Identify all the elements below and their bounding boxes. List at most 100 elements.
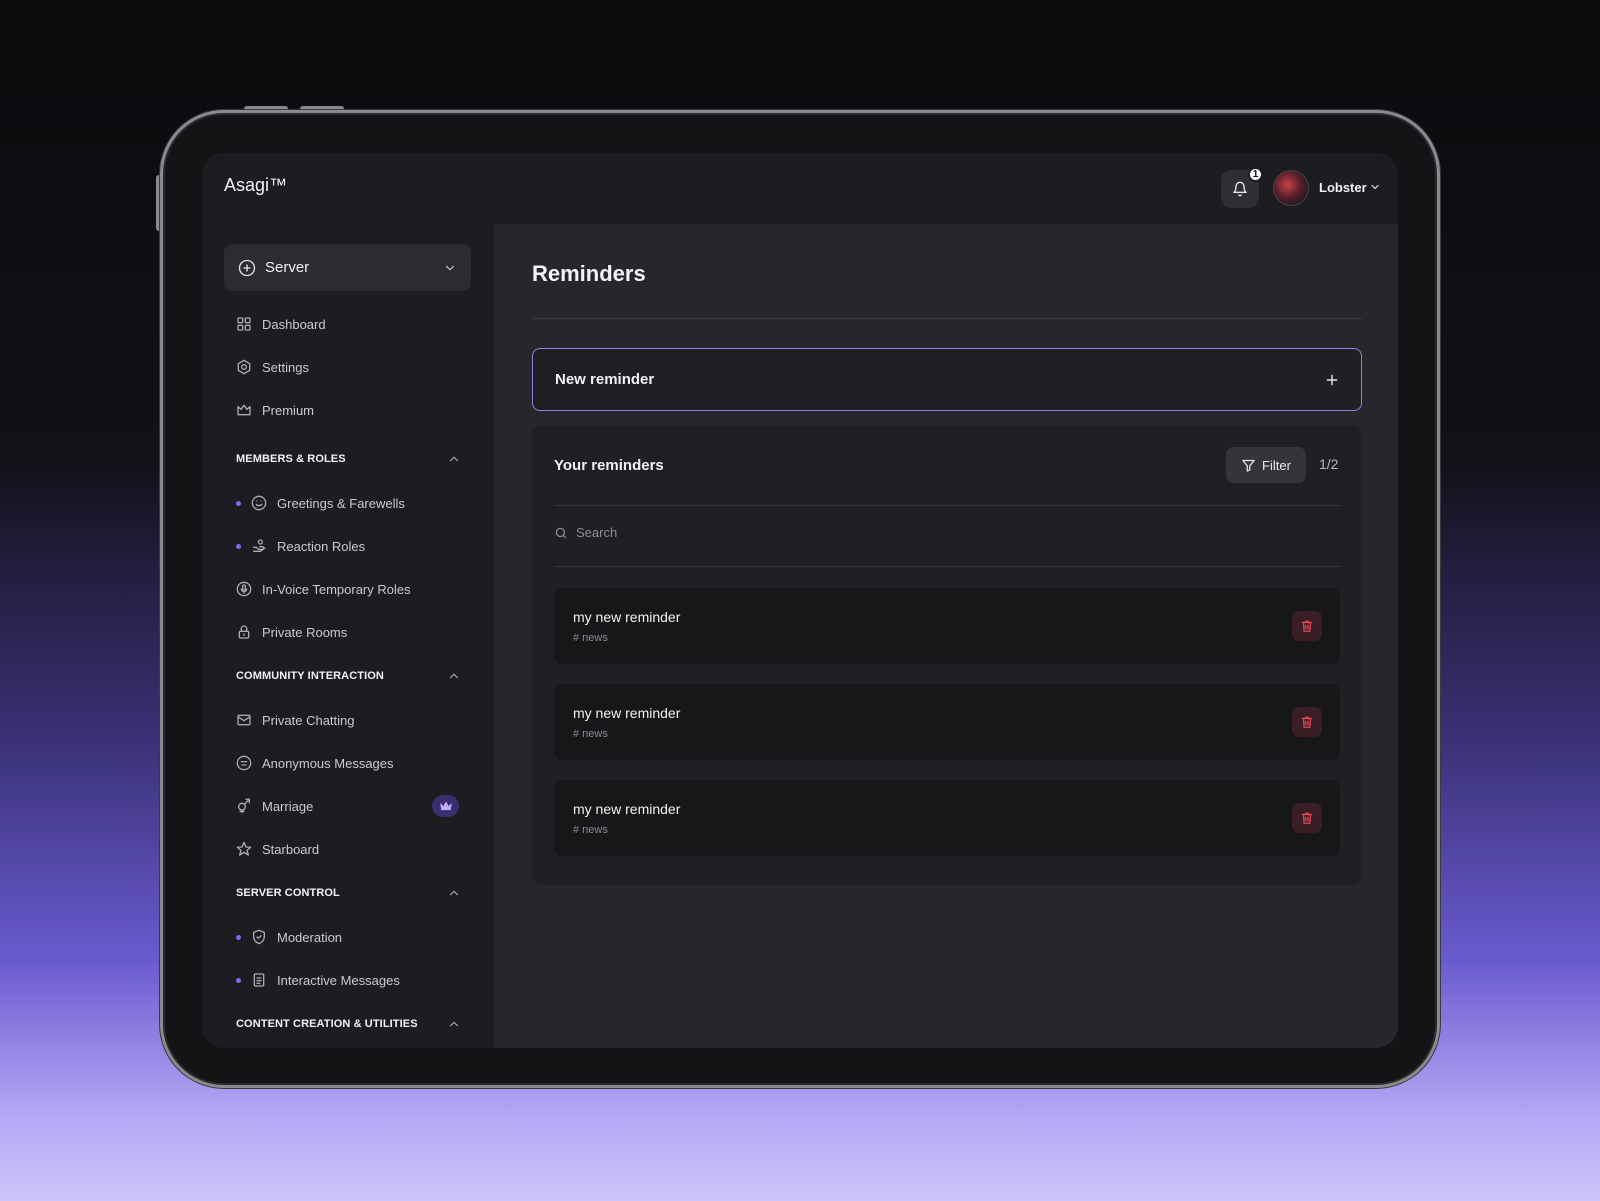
crown-icon (439, 801, 452, 811)
new-reminder-label: New reminder (555, 371, 655, 388)
sidebar-item-reaction-roles[interactable]: Reaction Roles (236, 535, 365, 557)
reminder-channel: # news (573, 728, 608, 740)
status-dot (236, 934, 241, 940)
shield-icon (253, 929, 265, 945)
search-input[interactable] (576, 525, 1276, 540)
star-icon (236, 841, 252, 856)
page-title: Reminders (532, 261, 646, 286)
notifications-button[interactable]: 1 (1221, 167, 1263, 208)
mail-icon (237, 714, 251, 726)
reminders-panel: Your reminders Filter 1/2 my new reminde… (532, 425, 1362, 885)
bell-icon (1233, 181, 1247, 197)
section-content-creation-utilities[interactable]: CONTENT CREATION & UTILITIES (236, 1017, 461, 1031)
notification-badge: 1 (1248, 167, 1263, 182)
reminder-channel: # news (573, 824, 608, 836)
status-dot (236, 500, 241, 506)
delete-reminder-button[interactable] (1292, 611, 1322, 641)
grid-icon (237, 317, 251, 331)
trash-icon (1301, 716, 1313, 728)
status-dot (236, 977, 241, 983)
chevron-up-icon (449, 1021, 459, 1027)
sidebar-item-label: Anonymous Messages (262, 755, 394, 771)
sidebar-item-label: Starboard (262, 841, 320, 857)
gear-icon (237, 359, 251, 375)
sidebar-item-label: Dashboard (262, 316, 326, 332)
pagination-indicator[interactable]: 1/2 (1319, 456, 1338, 472)
filter-button[interactable]: Filter (1226, 447, 1306, 483)
server-select-label: Server (265, 259, 310, 276)
sidebar-item-label: Greetings & Farewells (277, 495, 405, 511)
avatar[interactable] (1273, 170, 1309, 206)
sidebar-item-moderation[interactable]: Moderation (236, 926, 342, 948)
mic-icon (236, 581, 252, 597)
new-reminder-button[interactable]: New reminder (532, 348, 1362, 411)
sidebar-item-marriage[interactable]: Marriage (236, 795, 313, 817)
section-title: CONTENT CREATION & UTILITIES (236, 1018, 418, 1030)
gender-icon (238, 798, 250, 814)
sidebar-item-private-chatting[interactable]: Private Chatting (236, 709, 355, 731)
trash-icon (1301, 812, 1313, 824)
sidebar-item-label: Premium (262, 402, 315, 418)
filter-label: Filter (1262, 457, 1291, 473)
sidebar-item-anonymous-messages[interactable]: Anonymous Messages (236, 752, 394, 774)
crown-icon (237, 404, 251, 416)
chevron-up-icon (449, 890, 459, 896)
reminder-card[interactable]: my new reminder # news (554, 780, 1340, 856)
chevron-up-icon (449, 673, 459, 679)
plus-circle-icon (238, 259, 256, 276)
sidebar-item-label: Private Rooms (262, 624, 348, 640)
username[interactable]: Lobster (1319, 180, 1367, 195)
sidebar-item-label: Settings (262, 359, 309, 375)
app-screen: Asagi™ 1 Lobster Server Dashboard Settin… (202, 153, 1398, 1048)
anon-icon (236, 755, 252, 771)
sidebar: Server Dashboard Settings Premium MEMBER… (202, 224, 494, 1048)
divider (554, 505, 1340, 506)
section-title: MEMBERS & ROLES (236, 453, 346, 465)
filter-icon (1242, 459, 1255, 472)
status-dot (236, 543, 241, 549)
section-title: COMMUNITY INTERACTION (236, 670, 384, 682)
hand-icon (253, 539, 266, 552)
sidebar-item-label: Private Chatting (262, 712, 355, 728)
lock-icon (238, 625, 250, 639)
delete-reminder-button[interactable] (1292, 803, 1322, 833)
panel-title: Your reminders (554, 457, 664, 474)
sidebar-item-label: Reaction Roles (277, 538, 366, 554)
top-bar: Asagi™ 1 Lobster (202, 153, 1398, 224)
reminder-name: my new reminder (573, 609, 681, 625)
section-title: SERVER CONTROL (236, 887, 340, 899)
sidebar-item-private-rooms[interactable]: Private Rooms (236, 621, 347, 643)
reminder-card[interactable]: my new reminder # news (554, 588, 1340, 664)
section-members-roles[interactable]: MEMBERS & ROLES (236, 452, 461, 466)
sidebar-item-label: Interactive Messages (277, 972, 400, 988)
section-server-control[interactable]: SERVER CONTROL (236, 886, 461, 900)
reminder-channel: # news (573, 632, 608, 644)
chevron-down-icon[interactable] (1369, 181, 1381, 193)
main-content: Reminders New reminder Your reminders Fi… (494, 224, 1398, 1048)
sidebar-item-premium[interactable]: Premium (236, 399, 314, 421)
sidebar-item-settings[interactable]: Settings (236, 356, 309, 378)
sidebar-item-greetings-farewells[interactable]: Greetings & Farewells (236, 492, 405, 514)
section-community-interaction[interactable]: COMMUNITY INTERACTION (236, 669, 461, 683)
divider (554, 566, 1340, 567)
plus-icon (1326, 374, 1338, 385)
delete-reminder-button[interactable] (1292, 707, 1322, 737)
sidebar-item-starboard[interactable]: Starboard (236, 838, 319, 860)
trash-icon (1301, 620, 1313, 632)
sidebar-item-label: Moderation (277, 929, 343, 945)
server-select[interactable]: Server (224, 244, 471, 291)
reminder-name: my new reminder (573, 705, 681, 721)
reminder-card[interactable]: my new reminder # news (554, 684, 1340, 760)
search-icon (555, 527, 567, 538)
sidebar-item-in-voice-temporary-roles[interactable]: In-Voice Temporary Roles (236, 578, 411, 600)
smile-icon (251, 495, 267, 511)
reminder-name: my new reminder (573, 801, 681, 817)
sidebar-item-label: Marriage (262, 798, 314, 814)
app-logo[interactable]: Asagi™ (224, 175, 287, 196)
sidebar-item-dashboard[interactable]: Dashboard (236, 313, 326, 335)
search-bar (554, 525, 1276, 540)
sidebar-item-interactive-messages[interactable]: Interactive Messages (236, 969, 400, 991)
sidebar-item-label: In-Voice Temporary Roles (262, 581, 411, 597)
chevron-up-icon (449, 456, 459, 462)
divider (532, 318, 1362, 319)
